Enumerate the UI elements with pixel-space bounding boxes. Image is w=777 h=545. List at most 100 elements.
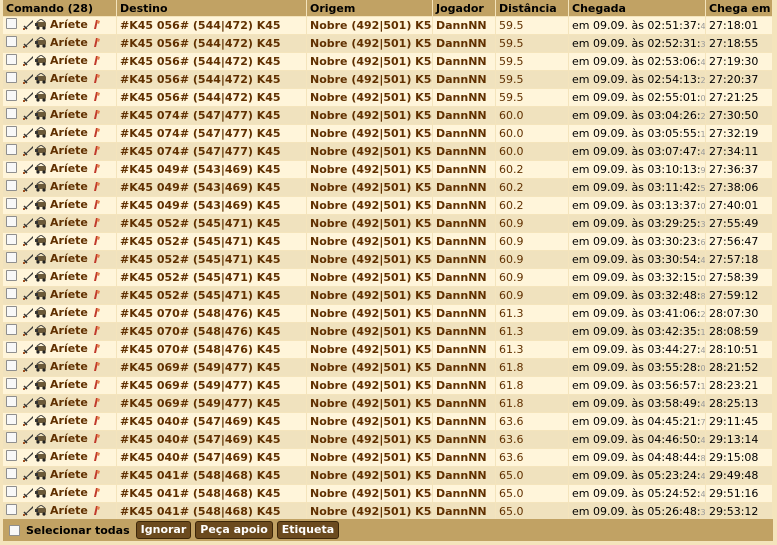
request-support-button[interactable]: Peça apoio xyxy=(195,521,273,539)
origin-link[interactable]: Nobre (492|501) K54 xyxy=(310,181,432,194)
row-checkbox[interactable] xyxy=(6,234,17,245)
axe-tag-icon[interactable] xyxy=(93,181,101,195)
destination-link[interactable]: #K45 069# (549|477) K45 xyxy=(120,379,281,392)
command-link[interactable]: Aríete xyxy=(50,468,88,481)
row-checkbox[interactable] xyxy=(6,306,17,317)
origin-link[interactable]: Nobre (492|501) K54 xyxy=(310,361,432,374)
player-link[interactable]: DannNN xyxy=(436,109,487,122)
row-checkbox[interactable] xyxy=(6,72,17,83)
origin-link[interactable]: Nobre (492|501) K54 xyxy=(310,19,432,32)
player-link[interactable]: DannNN xyxy=(436,253,487,266)
origin-link[interactable]: Nobre (492|501) K54 xyxy=(310,451,432,464)
command-link[interactable]: Aríete xyxy=(50,504,88,517)
origin-link[interactable]: Nobre (492|501) K54 xyxy=(310,55,432,68)
player-link[interactable]: DannNN xyxy=(436,379,487,392)
player-link[interactable]: DannNN xyxy=(436,37,487,50)
command-link[interactable]: Aríete xyxy=(50,198,88,211)
row-checkbox[interactable] xyxy=(6,180,17,191)
command-link[interactable]: Aríete xyxy=(50,450,88,463)
command-link[interactable]: Aríete xyxy=(50,432,88,445)
header-command[interactable]: Comando (28) xyxy=(3,0,117,17)
destination-link[interactable]: #K45 056# (544|472) K45 xyxy=(120,37,281,50)
row-checkbox[interactable] xyxy=(6,468,17,479)
destination-link[interactable]: #K45 074# (547|477) K45 xyxy=(120,145,281,158)
row-checkbox[interactable] xyxy=(6,36,17,47)
axe-tag-icon[interactable] xyxy=(93,361,101,375)
destination-link[interactable]: #K45 070# (548|476) K45 xyxy=(120,343,281,356)
command-link[interactable]: Aríete xyxy=(50,108,88,121)
axe-tag-icon[interactable] xyxy=(93,307,101,321)
destination-link[interactable]: #K45 040# (547|469) K45 xyxy=(120,415,281,428)
destination-link[interactable]: #K45 040# (547|469) K45 xyxy=(120,451,281,464)
axe-tag-icon[interactable] xyxy=(93,109,101,123)
axe-tag-icon[interactable] xyxy=(93,145,101,159)
destination-link[interactable]: #K45 041# (548|468) K45 xyxy=(120,487,281,500)
origin-link[interactable]: Nobre (492|501) K54 xyxy=(310,343,432,356)
player-link[interactable]: DannNN xyxy=(436,73,487,86)
row-checkbox[interactable] xyxy=(6,270,17,281)
command-link[interactable]: Aríete xyxy=(50,288,88,301)
player-link[interactable]: DannNN xyxy=(436,199,487,212)
command-link[interactable]: Aríete xyxy=(50,252,88,265)
destination-link[interactable]: #K45 070# (548|476) K45 xyxy=(120,307,281,320)
command-link[interactable]: Aríete xyxy=(50,162,88,175)
row-checkbox[interactable] xyxy=(6,504,17,515)
command-link[interactable]: Aríete xyxy=(50,360,88,373)
origin-link[interactable]: Nobre (492|501) K54 xyxy=(310,415,432,428)
origin-link[interactable]: Nobre (492|501) K54 xyxy=(310,37,432,50)
player-link[interactable]: DannNN xyxy=(436,163,487,176)
destination-link[interactable]: #K45 052# (545|471) K45 xyxy=(120,289,281,302)
axe-tag-icon[interactable] xyxy=(93,163,101,177)
command-link[interactable]: Aríete xyxy=(50,234,88,247)
destination-link[interactable]: #K45 052# (545|471) K45 xyxy=(120,235,281,248)
row-checkbox[interactable] xyxy=(6,252,17,263)
destination-link[interactable]: #K45 069# (549|477) K45 xyxy=(120,397,281,410)
axe-tag-icon[interactable] xyxy=(93,325,101,339)
command-link[interactable]: Aríete xyxy=(50,270,88,283)
row-checkbox[interactable] xyxy=(6,198,17,209)
origin-link[interactable]: Nobre (492|501) K54 xyxy=(310,379,432,392)
axe-tag-icon[interactable] xyxy=(93,289,101,303)
row-checkbox[interactable] xyxy=(6,414,17,425)
row-checkbox[interactable] xyxy=(6,342,17,353)
player-link[interactable]: DannNN xyxy=(436,451,487,464)
player-link[interactable]: DannNN xyxy=(436,397,487,410)
player-link[interactable]: DannNN xyxy=(436,415,487,428)
axe-tag-icon[interactable] xyxy=(93,91,101,105)
origin-link[interactable]: Nobre (492|501) K54 xyxy=(310,469,432,482)
row-checkbox[interactable] xyxy=(6,126,17,137)
origin-link[interactable]: Nobre (492|501) K54 xyxy=(310,253,432,266)
destination-link[interactable]: #K45 052# (545|471) K45 xyxy=(120,271,281,284)
origin-link[interactable]: Nobre (492|501) K54 xyxy=(310,217,432,230)
destination-link[interactable]: #K45 056# (544|472) K45 xyxy=(120,19,281,32)
axe-tag-icon[interactable] xyxy=(93,505,101,519)
command-link[interactable]: Aríete xyxy=(50,144,88,157)
row-checkbox[interactable] xyxy=(6,396,17,407)
axe-tag-icon[interactable] xyxy=(93,469,101,483)
axe-tag-icon[interactable] xyxy=(93,379,101,393)
row-checkbox[interactable] xyxy=(6,162,17,173)
player-link[interactable]: DannNN xyxy=(436,181,487,194)
origin-link[interactable]: Nobre (492|501) K54 xyxy=(310,199,432,212)
command-link[interactable]: Aríete xyxy=(50,18,88,31)
select-all-label[interactable]: Selecionar todas xyxy=(26,524,130,537)
row-checkbox[interactable] xyxy=(6,54,17,65)
destination-link[interactable]: #K45 074# (547|477) K45 xyxy=(120,109,281,122)
player-link[interactable]: DannNN xyxy=(436,127,487,140)
command-link[interactable]: Aríete xyxy=(50,36,88,49)
axe-tag-icon[interactable] xyxy=(93,343,101,357)
axe-tag-icon[interactable] xyxy=(93,397,101,411)
command-link[interactable]: Aríete xyxy=(50,180,88,193)
header-origin[interactable]: Origem xyxy=(307,0,433,17)
origin-link[interactable]: Nobre (492|501) K54 xyxy=(310,235,432,248)
command-link[interactable]: Aríete xyxy=(50,306,88,319)
player-link[interactable]: DannNN xyxy=(436,217,487,230)
destination-link[interactable]: #K45 074# (547|477) K45 xyxy=(120,127,281,140)
label-button[interactable]: Etiqueta xyxy=(276,521,340,539)
axe-tag-icon[interactable] xyxy=(93,19,101,33)
row-checkbox[interactable] xyxy=(6,18,17,29)
row-checkbox[interactable] xyxy=(6,90,17,101)
origin-link[interactable]: Nobre (492|501) K54 xyxy=(310,325,432,338)
destination-link[interactable]: #K45 049# (543|469) K45 xyxy=(120,181,281,194)
origin-link[interactable]: Nobre (492|501) K54 xyxy=(310,433,432,446)
